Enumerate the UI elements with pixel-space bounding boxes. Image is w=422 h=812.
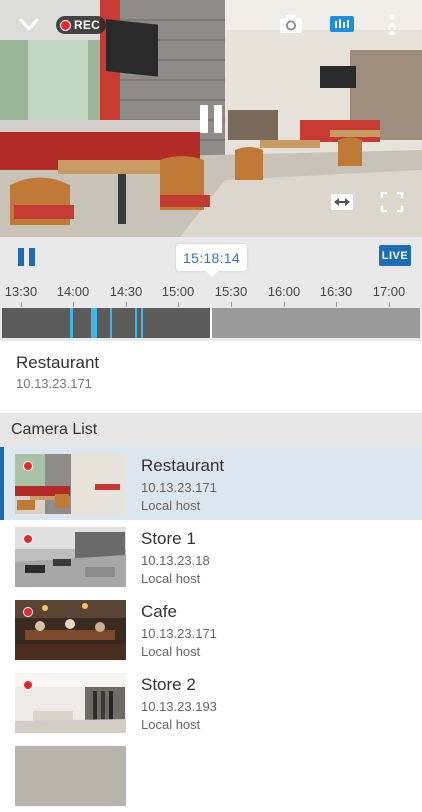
tick-label: 14:30 <box>109 284 143 299</box>
timeline-pause-icon[interactable] <box>17 247 37 267</box>
camera-list-item[interactable]: Restaurant 10.13.23.171 Local host <box>0 447 422 520</box>
camera-ip: 10.13.23.193 <box>141 699 217 714</box>
chevron-down-icon[interactable] <box>14 12 44 38</box>
tick-label: 16:30 <box>319 284 353 299</box>
rec-dot-icon <box>60 19 71 31</box>
tick-mark <box>21 302 22 307</box>
tick-label: 13:30 <box>4 284 38 299</box>
camera-host: Local host <box>141 644 201 659</box>
camera-list-header: Camera List <box>0 413 422 447</box>
camera-list-title: Camera List <box>11 421 98 438</box>
camera-list-item[interactable]: Cafe 10.13.23.171 Local host <box>0 593 422 666</box>
camera-thumbnail <box>15 746 126 806</box>
camera-list-item[interactable]: Store 1 10.13.23.18 Local host <box>0 520 422 593</box>
camera-ip: 10.13.23.171 <box>141 480 217 495</box>
camera-list: Restaurant 10.13.23.171 Local host Store… <box>0 447 422 806</box>
tick-mark <box>178 302 179 307</box>
fullscreen-icon[interactable] <box>380 191 404 213</box>
tick-mark <box>73 302 74 307</box>
selected-indicator <box>0 447 4 520</box>
recording-dot-icon <box>23 607 33 617</box>
live-button[interactable]: LIVE <box>379 245 411 266</box>
camera-thumbnail <box>15 527 126 587</box>
event-marker <box>91 308 97 338</box>
more-vertical-icon[interactable] <box>386 13 398 37</box>
tick-label: 14:00 <box>56 284 90 299</box>
rec-badge: REC <box>56 16 106 34</box>
timeline-ticks: 13:30 14:00 14:30 15:00 15:30 16:00 16:3… <box>0 284 422 307</box>
camera-icon[interactable] <box>278 13 304 35</box>
recorded-segment <box>2 308 210 338</box>
tick-mark <box>389 302 390 307</box>
camera-thumbnail <box>15 673 126 733</box>
current-time-bubble: 15:18:14 <box>176 244 247 277</box>
camera-name: Cafe <box>141 602 177 621</box>
tick-mark <box>126 302 127 307</box>
timeline-track[interactable] <box>2 308 420 338</box>
audio-icon[interactable] <box>329 13 355 35</box>
tick-mark <box>231 302 232 307</box>
recording-dot-icon <box>23 680 33 690</box>
tick-mark <box>336 302 337 307</box>
pause-icon[interactable] <box>198 104 224 134</box>
current-camera-info: Restaurant 10.13.23.171 <box>0 341 422 413</box>
video-player[interactable]: REC <box>0 0 422 237</box>
camera-name: Store 1 <box>141 529 196 548</box>
camera-thumbnail <box>15 600 126 660</box>
camera-host: Local host <box>141 571 201 586</box>
event-marker <box>70 308 73 338</box>
camera-host: Local host <box>141 498 201 513</box>
camera-list-item[interactable]: Store 2 10.13.23.193 Local host <box>0 666 422 739</box>
tick-label: 16:00 <box>267 284 301 299</box>
current-camera-name: Restaurant <box>16 353 100 372</box>
tick-label: 15:00 <box>161 284 195 299</box>
tick-mark <box>284 302 285 307</box>
tick-label: 17:00 <box>372 284 406 299</box>
event-marker <box>110 308 112 338</box>
camera-thumbnail <box>15 454 126 514</box>
event-marker <box>135 308 137 338</box>
camera-ip: 10.13.23.18 <box>141 553 210 568</box>
camera-name: Restaurant <box>141 456 225 475</box>
event-marker <box>141 308 143 338</box>
camera-name: Store 2 <box>141 675 196 694</box>
resize-horizontal-icon[interactable] <box>330 193 354 211</box>
camera-ip: 10.13.23.171 <box>141 626 217 641</box>
recording-dot-icon <box>23 534 33 544</box>
recording-dot-icon <box>23 461 33 471</box>
current-camera-ip: 10.13.23.171 <box>16 376 92 391</box>
rec-label: REC <box>74 18 100 32</box>
playhead[interactable] <box>210 308 212 338</box>
timeline: 15:18:14 LIVE 13:30 14:00 14:30 15:00 15… <box>0 237 422 341</box>
tick-label: 15:30 <box>214 284 248 299</box>
camera-host: Local host <box>141 717 201 732</box>
video-top-bar: REC <box>0 0 422 50</box>
